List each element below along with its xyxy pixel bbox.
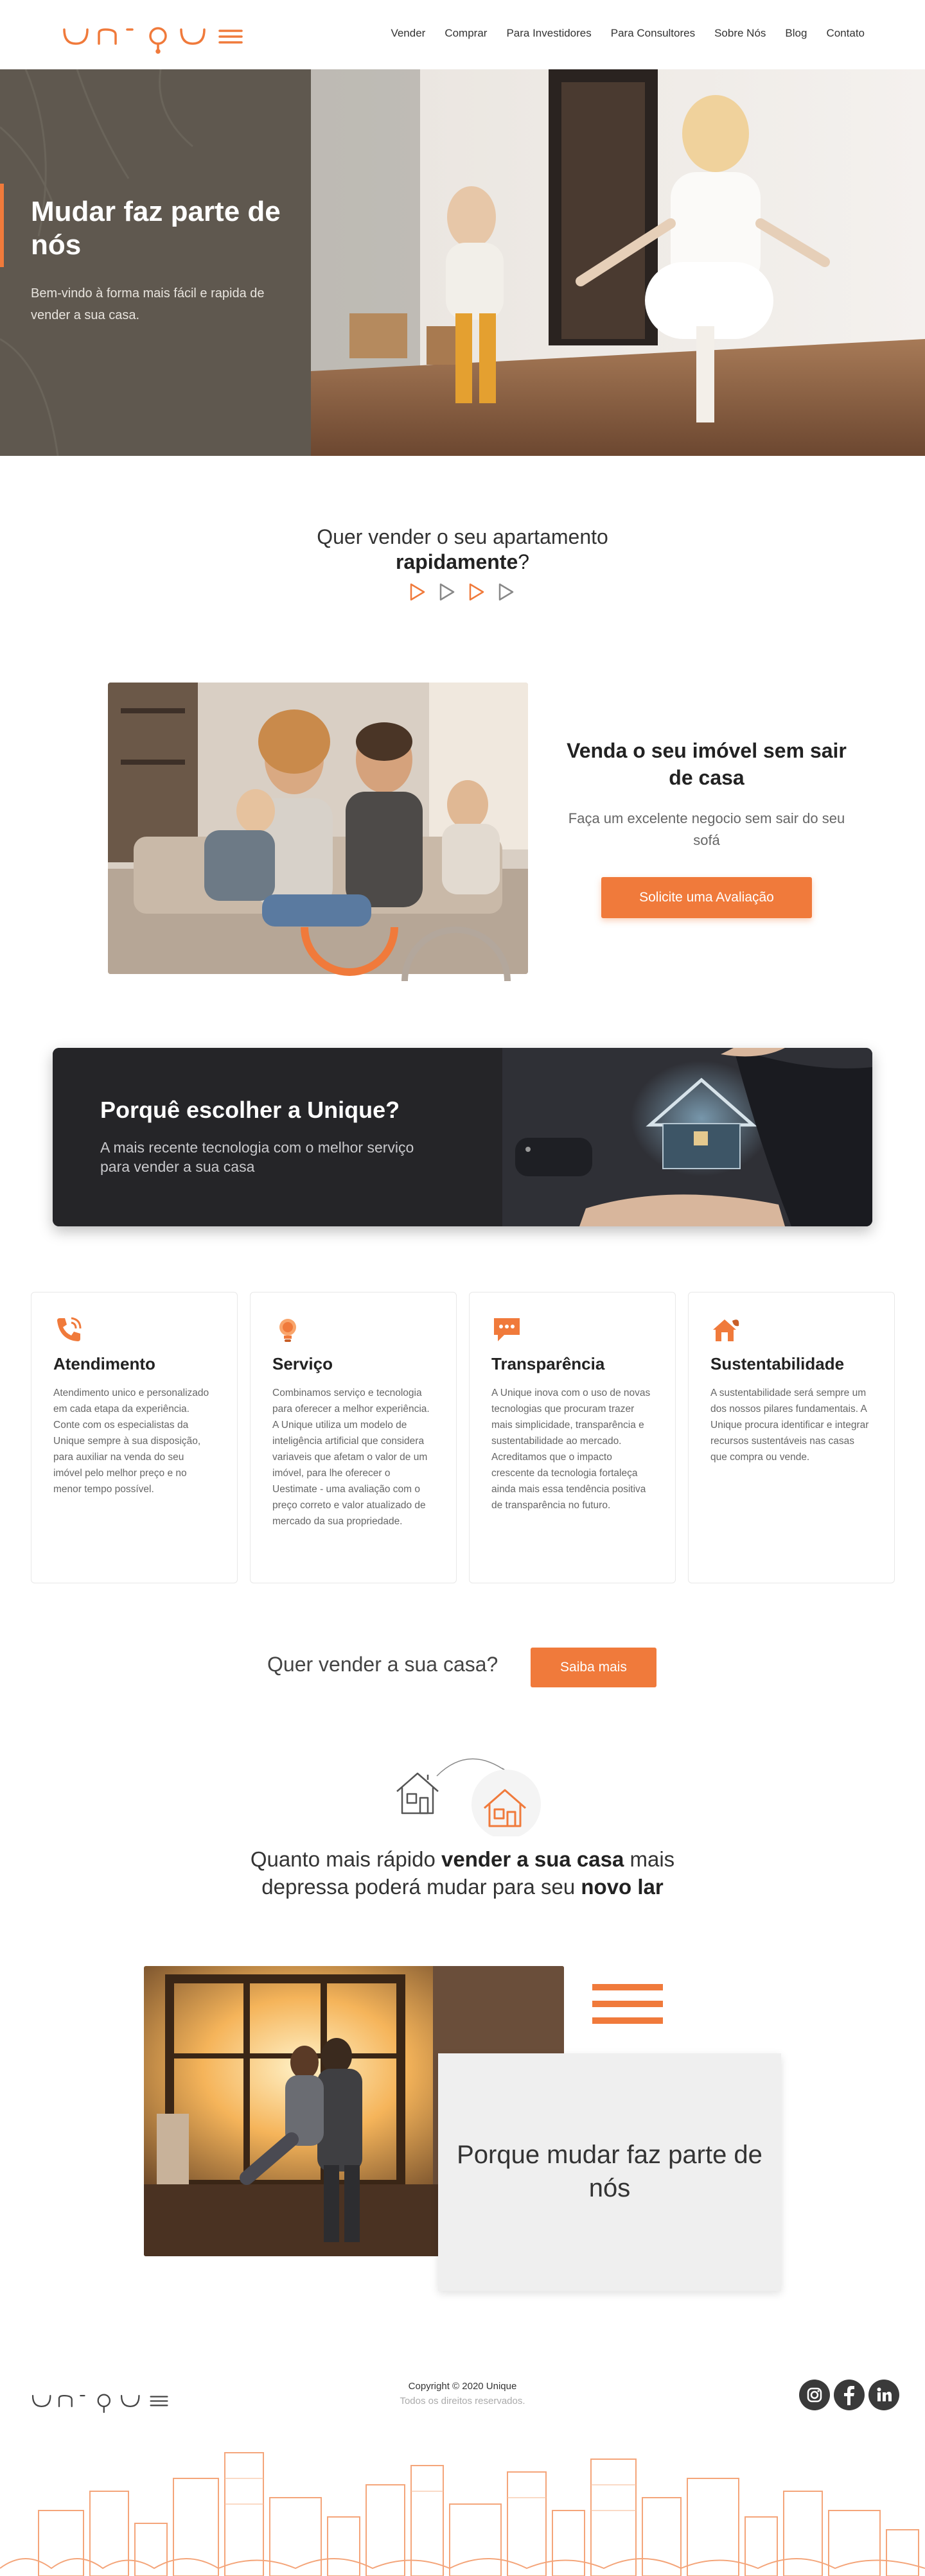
quick-sell-line2: rapidamente? [0, 550, 925, 574]
facebook-icon[interactable] [834, 2380, 865, 2410]
linkedin-icon[interactable] [868, 2380, 899, 2410]
arc-decoration [301, 927, 511, 982]
nav-investidores[interactable]: Para Investidores [506, 27, 591, 40]
sell-title: Venda o seu imóvel sem sair de casa [567, 739, 847, 789]
nav-comprar[interactable]: Comprar [445, 27, 487, 40]
hero-accent-bar [0, 184, 4, 267]
hero-text-panel: Mudar faz parte de nós Bem-vindo à forma… [0, 69, 311, 456]
menu-lines-decoration [592, 1984, 663, 2024]
feature-card-sustentabilidade: Sustentabilidade A sustentabilidade será… [688, 1292, 895, 1583]
plant-leaves-decoration [0, 69, 193, 456]
feature-card-transparencia: Transparência A Unique inova com o uso d… [469, 1292, 676, 1583]
eco-house-icon [713, 1319, 739, 1341]
rights-text: Todos os direitos reservados. [400, 2396, 525, 2406]
play-arrows-decoration [410, 583, 514, 601]
footer-unique-logo[interactable] [31, 2389, 172, 2415]
copyright-block: Copyright © 2020 Unique Todos os direito… [334, 2381, 591, 2406]
hero-title: Mudar faz parte de nós [31, 196, 281, 261]
hero-family-photo [311, 69, 925, 456]
chat-icon [494, 1318, 520, 1341]
hands-house-image [53, 1048, 872, 1226]
house-move-illustration [396, 1758, 541, 1836]
card-text: Combinamos serviço e tecnologia para ofe… [272, 1388, 430, 1527]
quick-sell-question: ? [518, 550, 530, 573]
banner-title: Porquê escolher a Unique? [100, 1097, 400, 1123]
hero-section: Mudar faz parte de nós Bem-vindo à forma… [0, 69, 925, 456]
quick-sell-heading: Quer vender o seu apartamento rapidament… [0, 525, 925, 574]
quick-sell-line1: Quer vender o seu apartamento [317, 525, 608, 548]
card-title: Atendimento [53, 1354, 155, 1373]
card-title: Sustentabilidade [710, 1354, 845, 1373]
nav-consultores[interactable]: Para Consultores [611, 27, 695, 40]
phone-icon [57, 1317, 82, 1341]
nav-sobre[interactable]: Sobre Nós [714, 27, 766, 40]
lightbulb-icon [279, 1319, 296, 1342]
nav-contato[interactable]: Contato [826, 27, 865, 40]
feature-card-atendimento: Atendimento Atendimento unico e personal… [31, 1292, 238, 1583]
cta-question: Quer vender a sua casa? [267, 1653, 498, 1676]
learn-more-button[interactable]: Saiba mais [531, 1648, 656, 1687]
hero-subtitle: Bem-vindo à forma mais fácil e rapida de… [31, 286, 265, 322]
feature-card-servico: Serviço Combinamos serviço e tecnologia … [250, 1292, 457, 1583]
card-title: Transparência [491, 1354, 605, 1373]
card-text: A Unique inova com o uso de novas tecnol… [491, 1388, 651, 1511]
faster-part3: depressa poderá mudar para seu [261, 1875, 581, 1899]
copyright-text: Copyright © 2020 Unique [408, 2381, 517, 2392]
site-header: Vender Comprar Para Investidores Para Co… [0, 0, 925, 69]
quick-sell-bold: rapidamente [395, 550, 518, 573]
unique-logo[interactable] [62, 22, 248, 54]
sell-description: Faça um excelente negocio sem sair do se… [568, 810, 845, 848]
main-nav: Vender Comprar Para Investidores Para Co… [391, 27, 865, 40]
request-evaluation-button[interactable]: Solicite uma Avaliação [601, 877, 812, 918]
banner-subtitle: A mais recente tecnologia com o melhor s… [100, 1139, 414, 1175]
faster-bold1: vender a sua casa [441, 1847, 624, 1871]
nav-vender[interactable]: Vender [391, 27, 425, 40]
card-text: Atendimento unico e personalizado em cad… [53, 1388, 209, 1495]
faster-bold2: novo lar [581, 1875, 664, 1899]
faster-part2: mais [624, 1847, 675, 1871]
city-skyline-illustration [0, 2452, 925, 2576]
instagram-icon[interactable] [799, 2380, 830, 2410]
tagline-box: Porque mudar faz parte de nós [438, 2053, 781, 2291]
nav-blog[interactable]: Blog [785, 27, 807, 40]
faster-tagline: Quanto mais rápido vender a sua casa mai… [0, 1845, 925, 1901]
tagline-text: Porque mudar faz parte de nós [457, 2141, 762, 2202]
why-unique-banner: Porquê escolher a Unique? A mais recente… [53, 1048, 872, 1226]
card-text: A sustentabilidade será sempre um dos no… [710, 1388, 869, 1463]
faster-part1: Quanto mais rápido [250, 1847, 441, 1871]
card-title: Serviço [272, 1354, 333, 1373]
